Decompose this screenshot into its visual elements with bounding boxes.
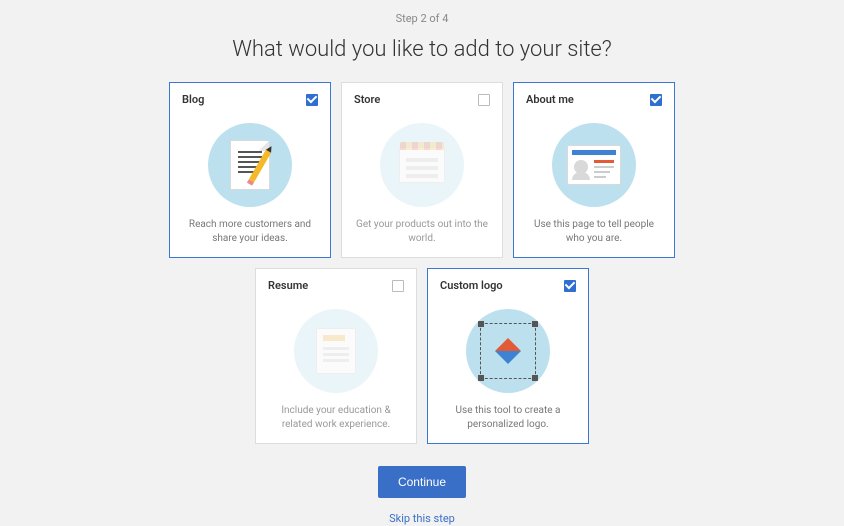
geometric-logo-icon [495, 338, 521, 364]
card-desc: Use this page to tell people who you are… [526, 218, 662, 245]
card-title: Blog [182, 93, 204, 106]
card-title: Resume [268, 279, 308, 292]
card-title: About me [526, 93, 574, 106]
card-desc: Get your products out into the world. [354, 218, 490, 245]
card-about-me[interactable]: About me Use this page to tell people wh… [513, 82, 675, 258]
resume-illustration [268, 298, 404, 404]
continue-button[interactable]: Continue [378, 466, 466, 498]
card-title: Custom logo [440, 279, 503, 292]
option-cards: Blog Reach more customers and share your… [142, 82, 702, 444]
store-illustration [354, 112, 490, 218]
resume-doc-icon [316, 328, 356, 374]
card-desc: Include your education & related work ex… [268, 404, 404, 431]
card-title: Store [354, 93, 380, 106]
checkbox-resume[interactable] [392, 280, 404, 292]
skip-step-link[interactable]: Skip this step [389, 512, 455, 525]
id-badge-icon [567, 145, 621, 185]
logo-illustration [440, 298, 576, 404]
step-indicator: Step 2 of 4 [396, 12, 449, 25]
checkbox-blog[interactable] [306, 94, 318, 106]
about-me-illustration [526, 112, 662, 218]
card-resume[interactable]: Resume Include your education & related … [255, 268, 417, 444]
blog-illustration [182, 112, 318, 218]
card-blog[interactable]: Blog Reach more customers and share your… [169, 82, 331, 258]
card-store[interactable]: Store Get your products out into the wor… [341, 82, 503, 258]
card-custom-logo[interactable]: Custom logo Use this tool to create a pe… [427, 268, 589, 444]
checkbox-store[interactable] [478, 94, 490, 106]
crop-frame-icon [480, 323, 536, 379]
card-desc: Reach more customers and share your idea… [182, 218, 318, 245]
checkbox-custom-logo[interactable] [564, 280, 576, 292]
card-desc: Use this tool to create a personalized l… [440, 404, 576, 431]
page-title: What would you like to add to your site? [232, 37, 612, 62]
checkbox-about-me[interactable] [650, 94, 662, 106]
storefront-icon [399, 147, 445, 183]
